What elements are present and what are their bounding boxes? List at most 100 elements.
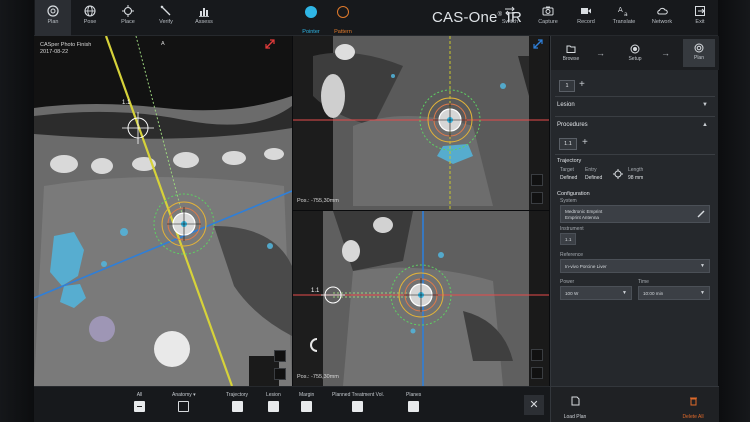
- place-button[interactable]: Place: [110, 0, 146, 36]
- toggle-all-label: All: [136, 392, 143, 398]
- verify-button[interactable]: Verify: [148, 0, 184, 36]
- main-ct-viewport[interactable]: CASper Photo Finish 2017-08-22 A 1.1: [34, 36, 292, 386]
- chevron-down-icon[interactable]: ▼: [702, 102, 708, 108]
- reference-select[interactable]: In-vivo Porcine Liver ▼: [560, 259, 710, 273]
- reference-value: In-vivo Porcine Liver: [565, 264, 607, 269]
- step-browse-label: Browse: [562, 56, 580, 62]
- load-plan-button[interactable]: Load Plan: [555, 393, 595, 420]
- capture-button[interactable]: Capture: [530, 0, 566, 36]
- procedure-tab-1-1[interactable]: 1.1: [559, 138, 577, 150]
- capture-label: Capture: [538, 19, 558, 25]
- document-icon: [571, 396, 579, 406]
- step-arrow-1: →: [596, 48, 605, 58]
- pencil-icon[interactable]: [697, 210, 705, 218]
- system-field[interactable]: Medtronic Emprint Emprint Antenna: [560, 205, 710, 223]
- entry-value: Defined: [585, 175, 603, 181]
- crosshair-icon[interactable]: [613, 169, 623, 179]
- close-icon[interactable]: ✕: [524, 395, 544, 415]
- target-icon: [47, 5, 59, 17]
- procedures-header[interactable]: Procedures: [557, 122, 588, 128]
- divider: [555, 96, 715, 97]
- reference-label: Reference: [560, 252, 584, 258]
- power-label: Power: [560, 279, 575, 285]
- toggle-margin[interactable]: Margin: [299, 392, 314, 412]
- checked-checkbox-icon[interactable]: [352, 401, 364, 412]
- assess-button[interactable]: Assess: [186, 0, 222, 36]
- orientation-label: A: [161, 41, 165, 47]
- translate-icon: Aa: [618, 6, 628, 17]
- translate-button[interactable]: Aa Translate: [606, 0, 642, 36]
- chevron-up-icon[interactable]: ▲: [702, 122, 708, 128]
- bar-chart-icon: [199, 8, 209, 17]
- coronal-ct-viewport[interactable]: 1.1 Pos.: -755,30mm: [293, 211, 549, 386]
- top-toolbar: Plan Pose Place Verify Assess Pointer Pa…: [34, 0, 718, 36]
- step-browse[interactable]: Browse: [555, 40, 587, 62]
- pattern-mode-button[interactable]: Pattern: [328, 6, 358, 38]
- network-button[interactable]: Network: [644, 0, 680, 36]
- toggle-planes[interactable]: Planes: [406, 392, 421, 412]
- toggle-anatomy-label: Anatomy ▾: [172, 392, 196, 398]
- toggle-anatomy[interactable]: Anatomy ▾: [172, 392, 196, 412]
- length-label: Length: [628, 167, 644, 173]
- system-line-2: Emprint Antenna: [565, 215, 599, 220]
- right-panel: Browse → Setup → Plan 1 + Lesion ▼ Proce…: [550, 36, 719, 422]
- record-button[interactable]: Record: [568, 0, 604, 36]
- study-date: 2017-08-22: [40, 49, 69, 55]
- checked-checkbox-icon[interactable]: [408, 401, 420, 412]
- partial-checkbox-icon[interactable]: [134, 401, 145, 412]
- plan-button[interactable]: Plan: [35, 0, 71, 36]
- plan-label: Plan: [47, 19, 59, 25]
- checked-checkbox-icon[interactable]: [231, 401, 243, 412]
- time-label: Time: [638, 279, 649, 285]
- lesion-header[interactable]: Lesion: [557, 102, 575, 108]
- axial-ct-viewport[interactable]: Pos.: -755,30mm: [293, 36, 549, 210]
- copy-view-button[interactable]: [274, 350, 286, 362]
- axial-layout-button[interactable]: [531, 192, 543, 204]
- time-select[interactable]: 10:00 min ▼: [638, 286, 710, 300]
- globe-icon: [84, 5, 96, 17]
- toggle-lesion[interactable]: Lesion: [266, 392, 281, 412]
- empty-checkbox-icon[interactable]: [178, 401, 190, 412]
- instrument-label: Instrument: [560, 226, 584, 232]
- pose-button[interactable]: Pose: [72, 0, 108, 36]
- pattern-label: Pattern: [334, 29, 352, 35]
- toggle-trajectory[interactable]: Trajectory: [226, 392, 248, 412]
- needle-icon: [160, 5, 171, 16]
- power-select[interactable]: 100 W ▼: [560, 286, 632, 300]
- axial-copy-button[interactable]: [531, 174, 543, 186]
- time-value: 10:00 min: [643, 291, 664, 296]
- power-value: 100 W: [565, 291, 579, 296]
- assess-label: Assess: [195, 19, 213, 25]
- add-procedure-button[interactable]: +: [582, 137, 588, 148]
- load-plan-label: Load Plan: [563, 414, 587, 420]
- toggle-margin-label: Margin: [299, 392, 315, 398]
- axial-ct-scan: [293, 36, 549, 210]
- coronal-position: Pos.: -755,30mm: [297, 374, 339, 380]
- lesion-tab-1[interactable]: 1: [559, 80, 575, 92]
- step-setup[interactable]: Setup: [619, 40, 651, 62]
- checked-checkbox-icon[interactable]: [267, 401, 279, 412]
- length-value: 98 mm: [628, 175, 644, 181]
- exit-button[interactable]: Exit: [682, 0, 718, 36]
- exit-label: Exit: [695, 19, 705, 25]
- delete-all-button[interactable]: Delete All: [673, 393, 713, 420]
- visibility-toolbar: All Anatomy ▾ Trajectory Lesion Margin P…: [34, 386, 550, 422]
- layout-view-button[interactable]: [274, 368, 286, 380]
- coronal-needle-label: 1.1: [311, 288, 320, 294]
- toggle-all[interactable]: All: [134, 392, 145, 412]
- system-label: System: [560, 198, 577, 204]
- place-label: Place: [121, 19, 135, 25]
- pointer-dot-icon: [305, 6, 317, 18]
- step-plan[interactable]: Plan: [683, 39, 715, 67]
- pointer-mode-button[interactable]: Pointer: [296, 6, 326, 38]
- cloud-icon: [657, 7, 668, 15]
- step-setup-label: Setup: [628, 56, 642, 62]
- pointer-label: Pointer: [302, 29, 320, 35]
- checked-checkbox-icon[interactable]: [301, 401, 313, 412]
- coronal-layout-button[interactable]: [531, 367, 543, 379]
- add-lesion-button[interactable]: +: [579, 79, 585, 90]
- switch-button[interactable]: Switch: [492, 0, 528, 36]
- instrument-field[interactable]: 1.1: [560, 233, 576, 245]
- toggle-planned-treatment[interactable]: Planned Treatment Vol.: [332, 392, 384, 412]
- coronal-copy-button[interactable]: [531, 349, 543, 361]
